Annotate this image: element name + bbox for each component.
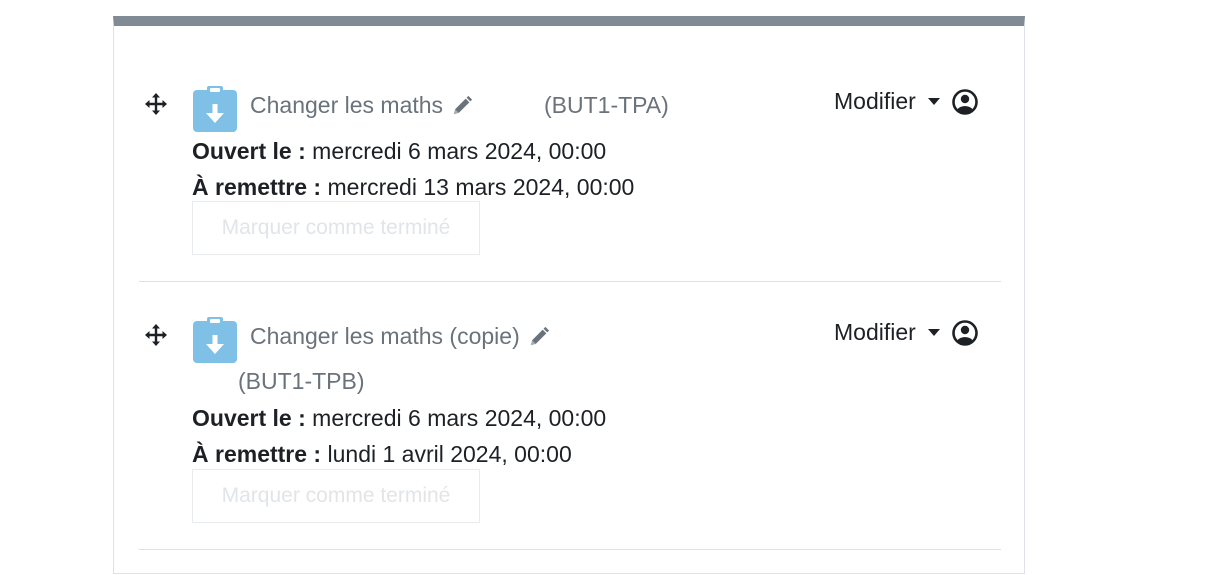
activity-item: Changer les maths (copie) (BUT1-TPB) Mod… — [139, 281, 1001, 550]
due-value: lundi 1 avril 2024, 00:00 — [327, 441, 572, 467]
move-arrows-icon[interactable] — [144, 92, 168, 116]
opened-date: Ouvert le : mercredi 6 mars 2024, 00:00 — [192, 138, 606, 165]
assignment-download-icon — [193, 86, 237, 132]
due-label: À remettre : — [192, 174, 322, 200]
opened-label: Ouvert le : — [192, 138, 306, 164]
modifier-menu-label: Modifier — [834, 319, 916, 345]
opened-value: mercredi 6 mars 2024, 00:00 — [312, 405, 607, 431]
mark-complete-button[interactable]: Marquer comme terminé — [192, 469, 480, 523]
user-circle-icon[interactable] — [952, 319, 978, 346]
opened-date: Ouvert le : mercredi 6 mars 2024, 00:00 — [192, 405, 606, 432]
caret-down-icon — [927, 329, 940, 336]
activity-title-row: Changer les maths (copie) — [250, 323, 550, 350]
due-label: À remettre : — [192, 441, 322, 467]
group-restriction-label: (BUT1-TPB) — [238, 368, 365, 394]
move-arrows-icon[interactable] — [144, 323, 168, 347]
modifier-menu-button[interactable]: Modifier — [834, 319, 978, 346]
assignment-download-icon — [193, 317, 237, 363]
modifier-menu-label: Modifier — [834, 88, 916, 114]
opened-label: Ouvert le : — [192, 405, 306, 431]
course-section-panel: Changer les maths (BUT1-TPA) Modifier Ou… — [113, 16, 1025, 574]
activity-item: Changer les maths (BUT1-TPA) Modifier Ou… — [139, 26, 1001, 282]
activity-title-row: Changer les maths — [250, 92, 473, 119]
pencil-icon[interactable] — [451, 95, 473, 117]
mark-complete-button[interactable]: Marquer comme terminé — [192, 201, 480, 255]
caret-down-icon — [927, 98, 940, 105]
opened-value: mercredi 6 mars 2024, 00:00 — [312, 138, 607, 164]
due-value: mercredi 13 mars 2024, 00:00 — [327, 174, 635, 200]
due-date: À remettre : mercredi 13 mars 2024, 00:0… — [192, 174, 634, 201]
pencil-icon[interactable] — [528, 326, 550, 348]
activity-title-link[interactable]: Changer les maths — [250, 92, 443, 119]
group-restriction-label: (BUT1-TPA) — [544, 92, 669, 118]
user-circle-icon[interactable] — [952, 88, 978, 115]
due-date: À remettre : lundi 1 avril 2024, 00:00 — [192, 441, 572, 468]
modifier-menu-button[interactable]: Modifier — [834, 88, 978, 115]
activity-title-link[interactable]: Changer les maths (copie) — [250, 323, 520, 350]
